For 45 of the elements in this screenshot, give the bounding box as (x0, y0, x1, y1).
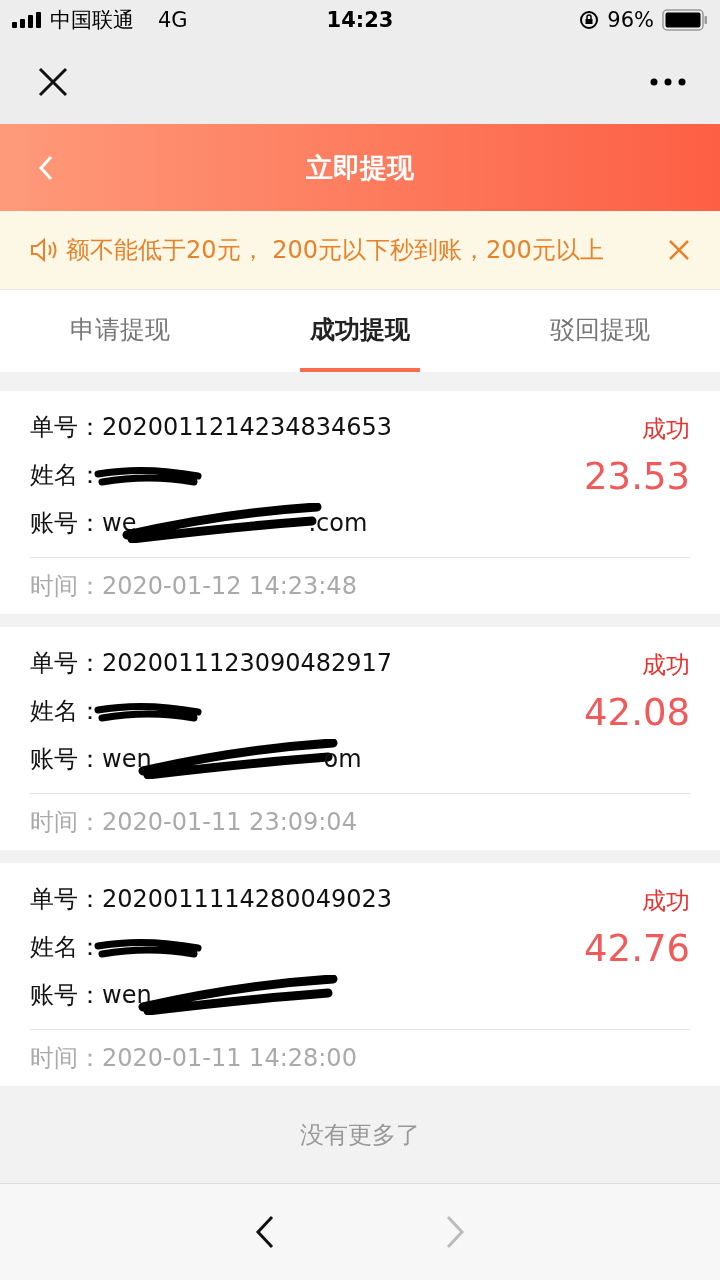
name-label: 姓名： (30, 932, 102, 963)
account-text: wen (102, 745, 152, 773)
carrier-name: 中国联通 (50, 7, 134, 34)
status-text: 成功 (642, 414, 690, 445)
amount-text: 23.53 (584, 455, 690, 498)
close-button[interactable] (38, 67, 68, 97)
tab[interactable]: 申请提现 (60, 290, 180, 372)
account-label: 账号： (30, 508, 102, 539)
time-text: 2020-01-12 14:23:48 (102, 572, 357, 600)
account-text: om (323, 745, 362, 773)
clock-time: 14:23 (326, 8, 394, 32)
account-text: wen (102, 981, 152, 1009)
battery-percent: 96% (607, 8, 654, 32)
account-text: we (102, 509, 137, 537)
end-of-list-text: 没有更多了 (300, 1119, 420, 1151)
more-button[interactable] (650, 78, 686, 86)
battery-icon (662, 9, 708, 31)
time-text: 2020-01-11 23:09:04 (102, 808, 357, 836)
notice-text: 额不能低于20元， 200元以下秒到账，200元以上 (66, 236, 604, 264)
account-label: 账号： (30, 980, 102, 1011)
account-label: 账号： (30, 744, 102, 775)
order-label: 单号： (30, 884, 102, 915)
time-label: 时间： (30, 807, 102, 838)
order-number: 2020011214234834653 (102, 413, 393, 441)
order-label: 单号： (30, 412, 102, 443)
status-text: 成功 (642, 886, 690, 917)
name-label: 姓名： (30, 696, 102, 727)
order-label: 单号： (30, 648, 102, 679)
tab[interactable]: 驳回提现 (540, 290, 660, 372)
order-number: 2020011114280049023 (102, 885, 393, 913)
amount-text: 42.08 (584, 691, 690, 734)
time-text: 2020-01-11 14:28:00 (102, 1044, 357, 1072)
network-type: 4G (158, 8, 188, 32)
amount-text: 42.76 (584, 927, 690, 970)
name-label: 姓名： (30, 460, 102, 491)
account-text: .com (308, 509, 368, 537)
back-arrow-button[interactable] (255, 1215, 275, 1249)
order-number: 2020011123090482917 (102, 649, 393, 677)
page-title: 立即提现 (306, 150, 414, 185)
status-text: 成功 (642, 650, 690, 681)
time-label: 时间： (30, 1043, 102, 1074)
rotation-lock-icon (579, 10, 600, 30)
tab[interactable]: 成功提现 (300, 290, 420, 372)
signal-icon (12, 12, 42, 28)
time-label: 时间： (30, 571, 102, 602)
